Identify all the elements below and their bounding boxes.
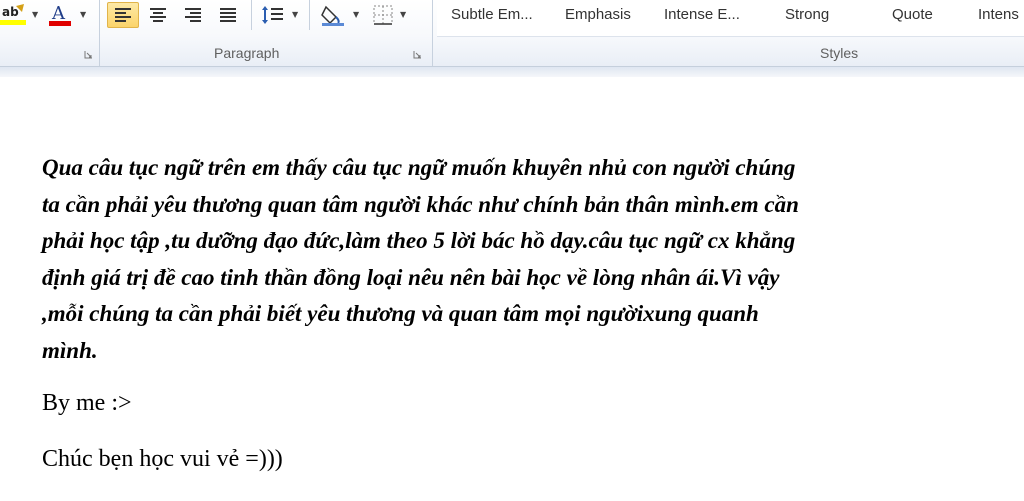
font-dialog-launcher-icon[interactable] [84, 50, 93, 59]
document-line-by-me[interactable]: By me :> [42, 390, 132, 417]
style-intense-quote[interactable]: Intens [978, 6, 1019, 23]
font-color-button[interactable]: A [46, 2, 76, 28]
ribbon-shadow [0, 67, 1024, 77]
line-spacing-icon [262, 6, 283, 24]
document-line-greeting[interactable]: Chúc bẹn học vui vẻ =))) [42, 446, 283, 473]
styles-gallery: Subtle Em... Emphasis Intense E... Stron… [437, 0, 1024, 37]
justify-icon [220, 8, 236, 22]
style-quote[interactable]: Quote [892, 6, 933, 23]
paragraph-line: định giá trị đề cao tinh thần đồng loại … [42, 264, 780, 290]
paragraph-line: ,mỗi chúng ta cần phải biết yêu thương v… [42, 301, 759, 326]
chevron-down-icon[interactable]: ▼ [292, 10, 298, 19]
line-spacing-button[interactable] [258, 2, 292, 28]
style-emphasis[interactable]: Emphasis [565, 6, 631, 23]
chevron-down-icon[interactable]: ▼ [80, 10, 86, 19]
paragraph-line: ta cần phải yêu thương quan tâm người kh… [42, 191, 799, 217]
align-left-button[interactable] [107, 2, 139, 28]
document-paragraph[interactable]: Qua câu tục ngữ trên em thấy câu tục ngữ… [42, 150, 972, 369]
paragraph-line: mình. [42, 337, 98, 363]
align-center-button[interactable] [142, 2, 174, 28]
style-intense-emphasis[interactable]: Intense E... [664, 6, 740, 23]
shading-button[interactable] [318, 2, 352, 28]
paragraph-dialog-launcher-icon[interactable] [413, 50, 422, 59]
svg-text:A: A [51, 3, 66, 24]
align-left-icon [115, 8, 131, 22]
svg-text:ab: ab [2, 5, 19, 19]
align-center-icon [150, 8, 166, 22]
align-right-button[interactable] [177, 2, 209, 28]
paragraph-group-label: Paragraph [214, 45, 280, 61]
chevron-down-icon[interactable]: ▼ [32, 10, 38, 19]
highlighter-icon: ab [0, 4, 26, 25]
chevron-down-icon[interactable]: ▼ [353, 10, 359, 19]
ribbon: ab ▼ A ▼ ▼ ▼ ▼ Paragraph Subtle Em... Em… [0, 0, 1024, 67]
style-subtle-emphasis[interactable]: Subtle Em... [451, 6, 533, 23]
font-color-icon: A [49, 3, 71, 26]
chevron-down-icon[interactable]: ▼ [400, 10, 406, 19]
justify-button[interactable] [212, 2, 244, 28]
paint-bucket-icon [321, 5, 344, 26]
borders-icon [373, 5, 393, 25]
styles-group-label: Styles [820, 45, 859, 61]
text-highlight-button[interactable]: ab [0, 2, 30, 28]
borders-button[interactable] [368, 2, 398, 28]
document-body[interactable]: Qua câu tục ngữ trên em thấy câu tục ngữ… [42, 150, 972, 369]
paragraph-line: Qua câu tục ngữ trên em thấy câu tục ngữ… [42, 155, 796, 180]
style-strong[interactable]: Strong [785, 6, 829, 23]
align-right-icon [185, 8, 201, 22]
paragraph-line: phải học tập ,tu dưỡng đạo đức,làm theo … [42, 228, 796, 253]
